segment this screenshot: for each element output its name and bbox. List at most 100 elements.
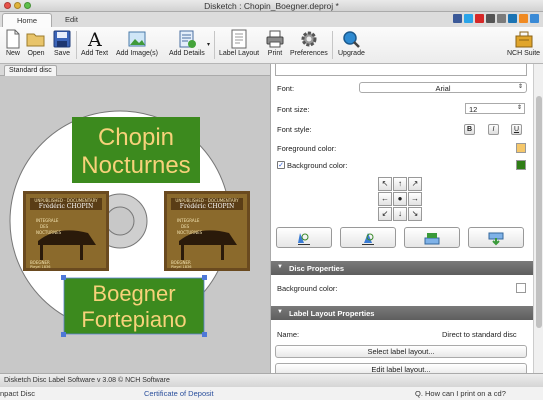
align-left-button[interactable]	[276, 227, 332, 248]
open-button[interactable]: Open	[26, 29, 46, 57]
nudge-down-left-icon[interactable]: ↙	[378, 207, 392, 221]
background-center-link[interactable]: Certificate of Deposit	[144, 389, 214, 398]
disc-subtitle-box[interactable]: Boegner Fortepiano	[61, 275, 207, 337]
nudge-right-icon[interactable]: →	[408, 192, 422, 206]
cover-image-left[interactable]: UNPUBLISHED · DOCUMENTARY Frédéric CHOPI…	[23, 191, 109, 271]
cover-work-line1: INTEGRALE	[177, 218, 200, 223]
disc-preview: UNPUBLISHED · DOCUMENTARY Frédéric CHOPI…	[9, 110, 250, 337]
italic-button[interactable]: I	[488, 124, 499, 135]
nudge-down-right-icon[interactable]: ↘	[408, 207, 422, 221]
details-icon	[179, 30, 196, 48]
send-backward-button[interactable]	[468, 227, 524, 248]
bring-forward-icon	[424, 233, 440, 245]
font-size-input[interactable]: 12 ⇕	[465, 103, 525, 114]
gear-icon	[301, 31, 317, 47]
label-layout-properties-header[interactable]: Label Layout Properties	[271, 306, 533, 320]
edit-label-layout-button[interactable]: Edit label layout...	[275, 363, 527, 373]
layout-name-label: Name:	[277, 330, 300, 339]
bring-forward-button[interactable]	[404, 227, 460, 248]
linkedin-icon[interactable]	[508, 14, 517, 23]
twitter-icon[interactable]	[464, 14, 473, 23]
rss-icon[interactable]	[519, 14, 528, 23]
foreground-color-swatch[interactable]	[516, 143, 526, 153]
label-layout-icon	[231, 29, 247, 49]
new-button[interactable]: New	[3, 29, 23, 57]
preferences-button[interactable]: Preferences	[290, 29, 328, 57]
cover-work-line3: NOCTURNES	[36, 230, 62, 235]
cover-composer-text: Frédéric CHOPIN	[180, 203, 234, 210]
select-label-layout-button[interactable]: Select label layout...	[275, 345, 527, 358]
printer-icon	[266, 30, 284, 48]
resize-handle[interactable]	[61, 332, 66, 337]
save-button[interactable]: Save	[52, 29, 72, 57]
underline-button[interactable]: U	[511, 124, 522, 135]
toolbar-separator	[214, 31, 215, 59]
add-images-button[interactable]: Add Image(s)	[116, 29, 158, 57]
center-dot-icon[interactable]: ●	[393, 192, 407, 206]
title-bar: Disketch : Chopin_Boegner.deproj *	[0, 0, 543, 12]
nudge-up-right-icon[interactable]: ↗	[408, 177, 422, 191]
image-icon	[128, 31, 146, 47]
upgrade-button[interactable]: Upgrade	[338, 29, 365, 57]
help-icon[interactable]	[530, 14, 539, 23]
text-a-icon: A	[87, 29, 102, 49]
new-document-icon	[6, 29, 20, 49]
cover-image-right[interactable]: UNPUBLISHED · DOCUMENTARY Frédéric CHOPI…	[164, 191, 250, 271]
nudge-up-icon[interactable]: ↑	[393, 177, 407, 191]
resize-handle[interactable]	[202, 275, 207, 280]
stepper-icon[interactable]: ⇕	[517, 104, 522, 111]
scrollbar-thumb[interactable]	[536, 96, 542, 328]
disc-canvas[interactable]: UNPUBLISHED · DOCUMENTARY Frédéric CHOPI…	[0, 76, 270, 373]
disc-title-line1: Chopin	[98, 124, 174, 151]
text-input-area[interactable]	[275, 64, 527, 76]
cover-composer-text: Frédéric CHOPIN	[39, 203, 93, 210]
tab-home[interactable]: Home	[2, 13, 52, 27]
nudge-pad: ↖ ↑ ↗ ← ● → ↙ ↓ ↘	[378, 177, 422, 221]
svg-text:A: A	[87, 29, 102, 49]
send-backward-icon	[488, 232, 504, 246]
cover-work-line1: INTEGRALE	[36, 218, 59, 223]
background-color-swatch[interactable]	[516, 160, 526, 170]
disc-properties-header[interactable]: Disc Properties	[271, 261, 533, 275]
foreground-color-label: Foreground color:	[277, 144, 337, 153]
toolbar-separator	[76, 31, 77, 59]
background-window-strip: npact Disc Certificate of Deposit Q. How…	[0, 387, 543, 400]
disc-subtitle-line2: Fortepiano	[81, 307, 186, 332]
nudge-left-icon[interactable]: ←	[378, 192, 392, 206]
font-select[interactable]: Arial ⇕	[359, 82, 527, 93]
toolbar: New Open Save A Add Text Add Image(s) Ad…	[0, 27, 543, 64]
googleplus-icon[interactable]	[486, 14, 495, 23]
background-color-checkbox[interactable]: ✓	[277, 161, 285, 169]
print-button[interactable]: Print	[265, 29, 285, 57]
add-details-button[interactable]: Add Details	[169, 29, 205, 57]
resize-handle[interactable]	[61, 275, 66, 280]
nch-suite-button[interactable]: NCH Suite	[507, 29, 540, 57]
align-center-icon	[362, 233, 374, 245]
disc-subtitle-line1: Boegner	[92, 281, 175, 306]
properties-scrollbar[interactable]	[533, 64, 543, 373]
font-style-label: Font style:	[277, 125, 312, 134]
cover-instrument-text: Pleyel 1836	[30, 265, 50, 269]
tab-standard-disc[interactable]: Standard disc	[4, 65, 57, 76]
window-title: Disketch : Chopin_Boegner.deproj *	[204, 1, 339, 11]
add-details-dropdown-arrow-icon[interactable]: ▾	[207, 41, 210, 48]
disc-background-color-swatch[interactable]	[516, 283, 526, 293]
status-bar: Disketch Disc Label Software v 3.08 © NC…	[0, 373, 543, 387]
add-text-button[interactable]: A Add Text	[81, 29, 108, 57]
upgrade-magnifier-icon	[343, 31, 361, 48]
disc-title-line2: Nocturnes	[81, 152, 190, 179]
nudge-up-left-icon[interactable]: ↖	[378, 177, 392, 191]
bold-button[interactable]: B	[464, 124, 475, 135]
nudge-down-icon[interactable]: ↓	[393, 207, 407, 221]
align-left-icon	[298, 233, 310, 245]
resize-handle[interactable]	[202, 332, 207, 337]
disc-background-color-label: Background color:	[277, 284, 338, 293]
youtube-icon[interactable]	[475, 14, 484, 23]
align-center-button[interactable]	[340, 227, 396, 248]
share-icon[interactable]	[497, 14, 506, 23]
tab-edit[interactable]: Edit	[55, 13, 88, 27]
facebook-icon[interactable]	[453, 14, 462, 23]
layout-name-value: Direct to standard disc	[442, 330, 517, 339]
label-layout-button[interactable]: Label Layout	[219, 29, 259, 57]
disc-title-box[interactable]: Chopin Nocturnes	[72, 117, 200, 183]
